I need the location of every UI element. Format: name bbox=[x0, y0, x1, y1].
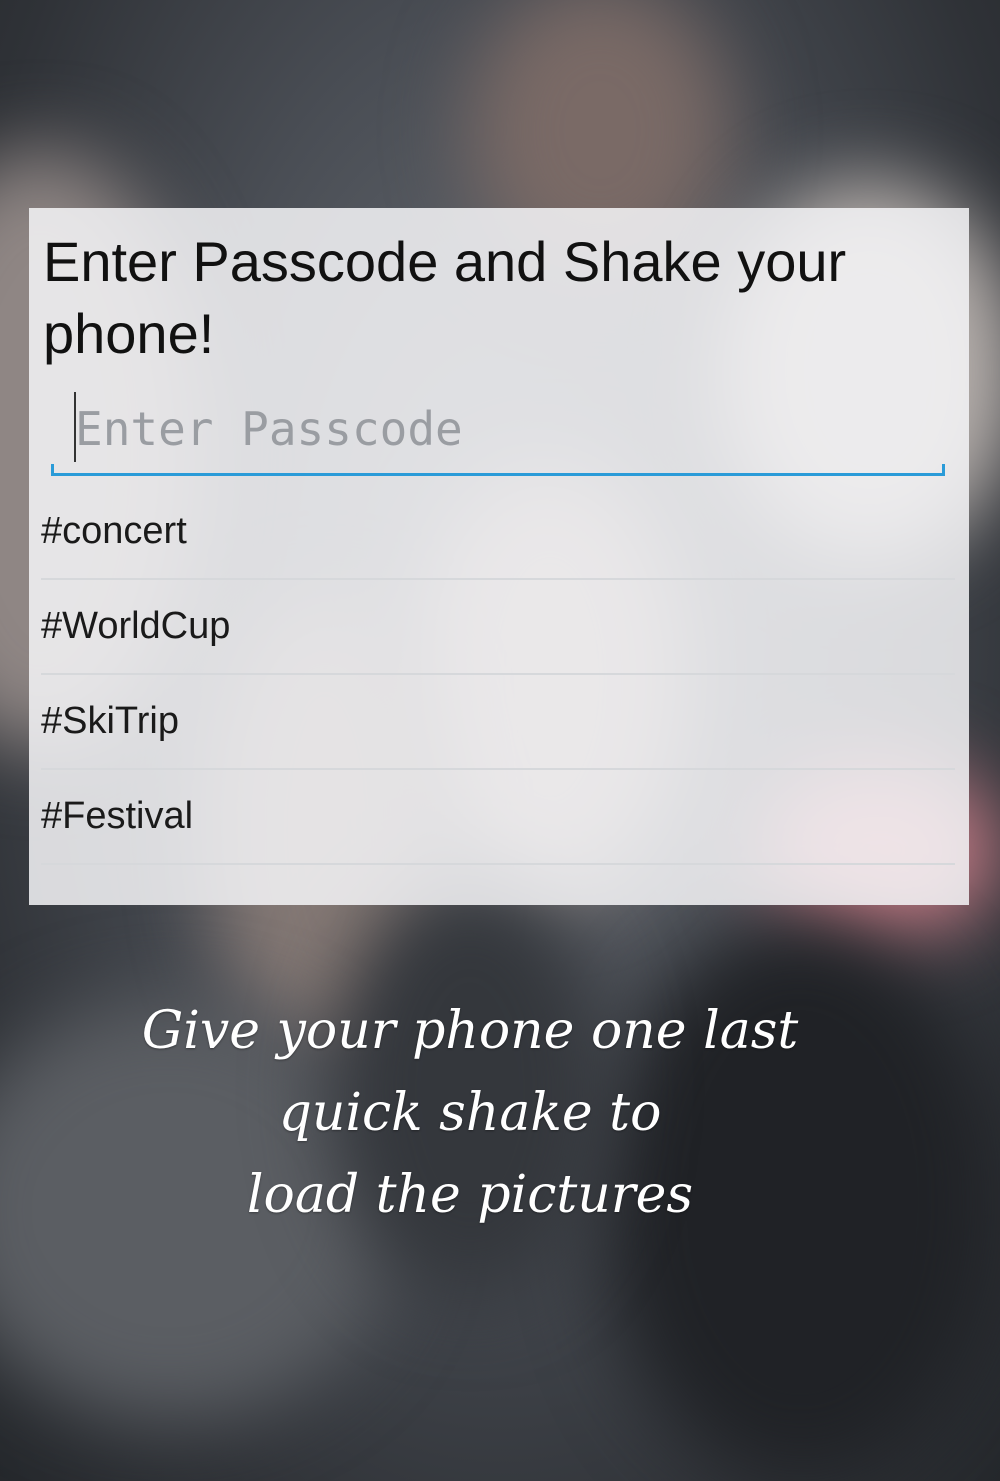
text-cursor bbox=[74, 392, 76, 462]
instruction-line: load the pictures bbox=[246, 1165, 694, 1225]
instruction-line: Give your phone one last bbox=[141, 1001, 799, 1061]
passcode-input[interactable] bbox=[75, 394, 935, 464]
instruction-line: quick shake to bbox=[278, 1083, 662, 1143]
hashtag-item-concert[interactable]: #concert bbox=[41, 485, 955, 580]
passcode-underline-left-tick bbox=[51, 464, 54, 476]
passcode-field-container bbox=[51, 388, 945, 476]
shake-instructions: Give your phone one last quick shake to … bbox=[60, 990, 880, 1236]
hashtag-item-worldcup[interactable]: #WorldCup bbox=[41, 580, 955, 675]
passcode-underline-right-tick bbox=[942, 464, 945, 476]
hashtag-list: #concert #WorldCup #SkiTrip #Festival bbox=[41, 485, 955, 865]
passcode-underline bbox=[51, 473, 945, 476]
hashtag-item-festival[interactable]: #Festival bbox=[41, 770, 955, 865]
passcode-dialog: Enter Passcode and Shake your phone! #co… bbox=[29, 208, 969, 905]
hashtag-item-skitrip[interactable]: #SkiTrip bbox=[41, 675, 955, 770]
dialog-title: Enter Passcode and Shake your phone! bbox=[43, 230, 847, 365]
